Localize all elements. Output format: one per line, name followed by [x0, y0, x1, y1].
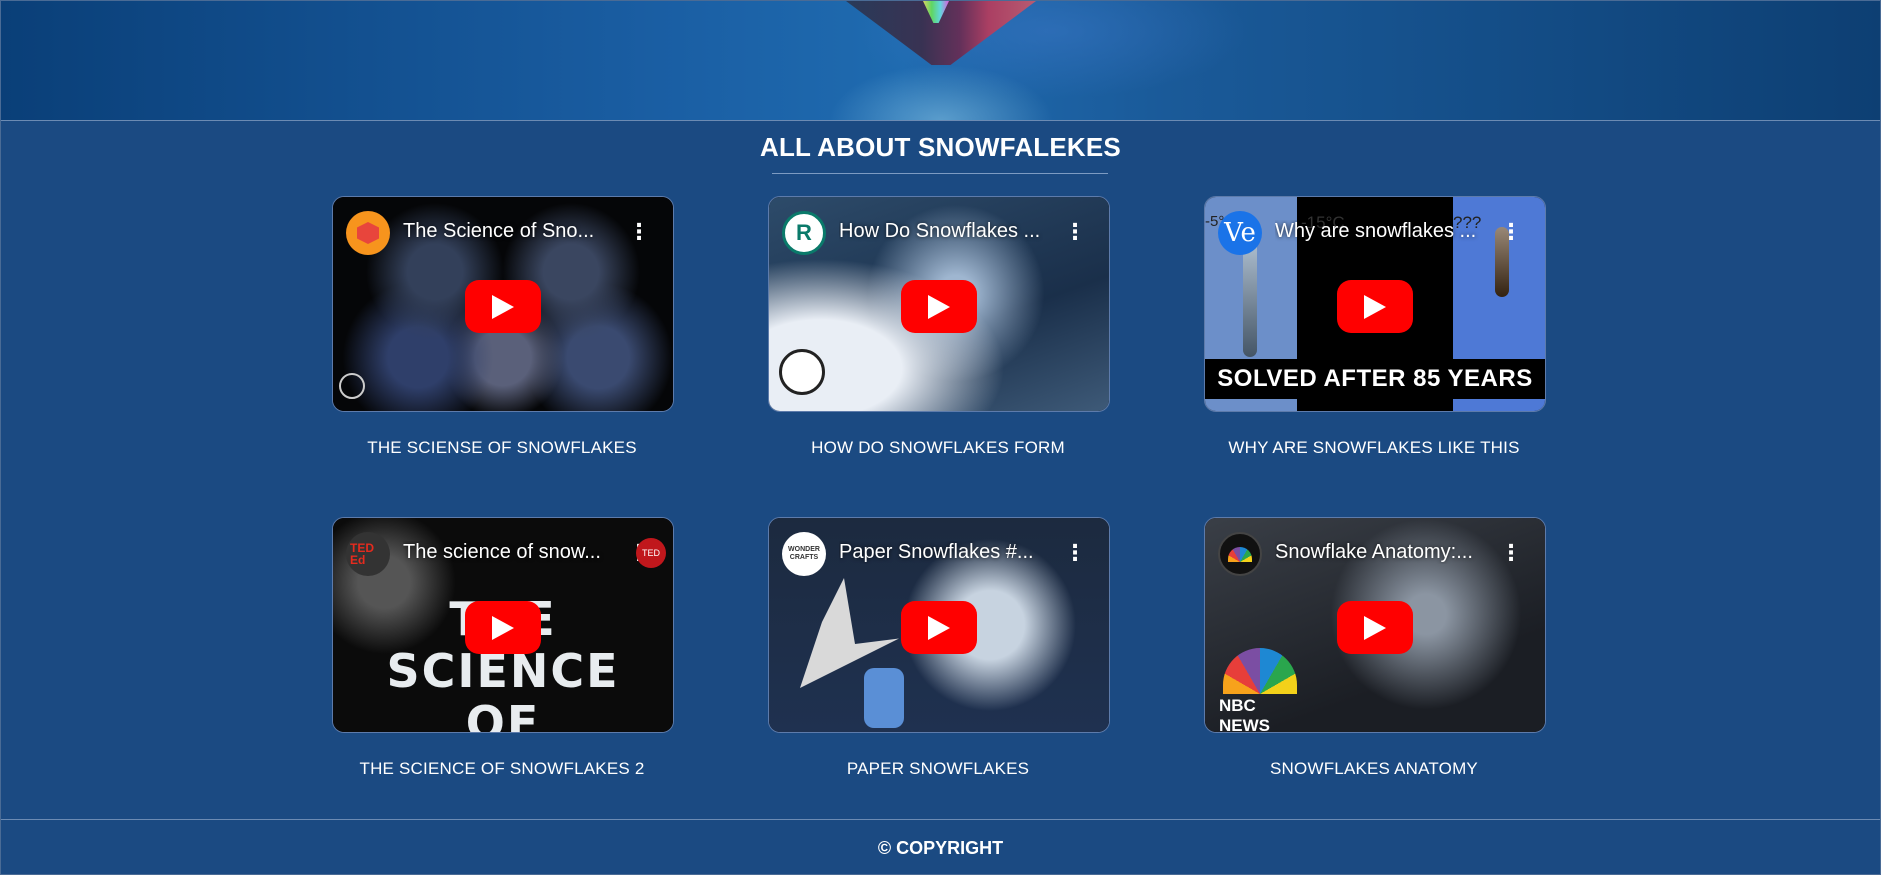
video-title[interactable]: The Science of Sno...	[403, 220, 613, 243]
ted-ed-badge-icon: TED	[636, 538, 666, 568]
channel-avatar-icon[interactable]: WONDER CRAFTS	[782, 532, 826, 576]
watermark-logo-icon	[779, 349, 825, 395]
channel-avatar-icon[interactable]: R	[782, 211, 826, 255]
video-embed-1[interactable]: The Science of Sno... ⋮	[332, 196, 674, 412]
play-button[interactable]	[465, 280, 541, 333]
video-caption-3: WHY ARE SNOWFLAKES LIKE THIS	[1228, 438, 1520, 457]
play-button[interactable]	[901, 601, 977, 654]
more-options-icon[interactable]: ⋮	[1064, 538, 1086, 568]
play-button[interactable]	[465, 601, 541, 654]
video-embed-6[interactable]: NBC NEWS Snowflake Anatomy:... ⋮	[1204, 517, 1546, 733]
pbs-watermark-icon	[339, 373, 365, 399]
channel-avatar-icon[interactable]: TED Ed	[346, 532, 390, 576]
video-embed-2[interactable]: R How Do Snowflakes ... ⋮	[768, 196, 1110, 412]
footer-divider	[1, 819, 1880, 820]
page-frame: ALL ABOUT SNOWFALEKES The Science of Sno…	[0, 0, 1881, 875]
video-embed-5[interactable]: WONDER CRAFTS Paper Snowflakes #... ⋮	[768, 517, 1110, 733]
video-caption-1: THE SCIENSE OF SNOWFLAKES	[367, 438, 637, 457]
play-button[interactable]	[1337, 601, 1413, 654]
scissors	[864, 668, 904, 728]
video-caption-2: HOW DO SNOWFLAKES FORM	[811, 438, 1065, 457]
more-options-icon[interactable]: ⋮	[1064, 217, 1086, 247]
nbc-news-logo-icon: NBC NEWS	[1219, 648, 1309, 732]
channel-avatar-icon[interactable]	[1218, 532, 1262, 576]
video-embed-3[interactable]: -5° -15°C ??? SOLVED AFTER 85 YEARS Ve W…	[1204, 196, 1546, 412]
video-caption-5: PAPER SNOWFLAKES	[846, 759, 1030, 778]
video-title[interactable]: How Do Snowflakes ...	[839, 220, 1049, 243]
title-underline	[772, 173, 1108, 174]
play-button[interactable]	[1337, 280, 1413, 333]
thumbnail-overlay-text: SOLVED AFTER 85 YEARS	[1205, 359, 1545, 399]
video-title[interactable]: Paper Snowflakes #...	[839, 541, 1049, 564]
footer-copyright: © COPYRIGHT	[877, 838, 1004, 858]
channel-avatar-icon[interactable]: Ve	[1218, 211, 1262, 255]
more-options-icon[interactable]: ⋮	[628, 217, 650, 247]
more-options-icon[interactable]: ⋮	[1500, 217, 1522, 247]
video-embed-4[interactable]: THE SCIENCE OF SNOWFLAKES TED Ed The sci…	[332, 517, 674, 733]
channel-avatar-icon[interactable]	[346, 211, 390, 255]
more-options-icon[interactable]: ⋮	[1500, 538, 1522, 568]
video-caption-6: SNOWFLAKES ANATOMY	[1270, 759, 1478, 778]
video-title[interactable]: Why are snowflakes ...	[1275, 220, 1485, 243]
play-button[interactable]	[901, 280, 977, 333]
video-title[interactable]: Snowflake Anatomy:...	[1275, 541, 1485, 564]
header-banner	[1, 1, 1880, 121]
video-title[interactable]: The science of snow...	[403, 541, 613, 564]
video-caption-4: THE SCIENCE OF SNOWFLAKES 2	[359, 759, 645, 778]
section-title: ALL ABOUT SNOWFALEKES	[760, 132, 1121, 162]
